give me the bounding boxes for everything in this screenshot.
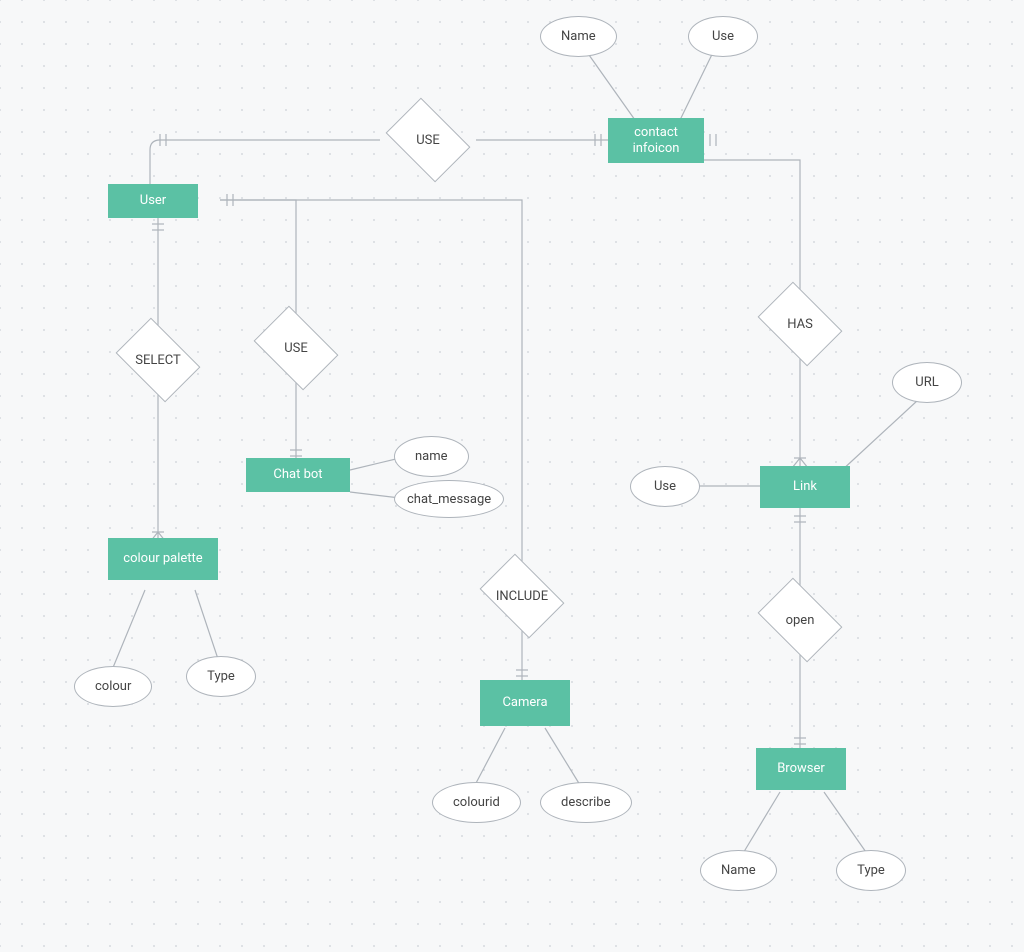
attr-type-browser[interactable]: Type (836, 850, 906, 891)
entity-user[interactable]: User (108, 184, 198, 218)
attr-name-browser[interactable]: Name (700, 850, 777, 891)
relationship-has-label: HAS (787, 317, 813, 332)
relationship-use-contact[interactable]: USE (380, 106, 476, 174)
attr-url[interactable]: URL (892, 362, 962, 403)
attr-describe[interactable]: describe (540, 782, 632, 823)
relationship-open[interactable]: open (752, 586, 848, 654)
entity-camera[interactable]: Camera (480, 680, 570, 726)
entity-colour-palette[interactable]: colour palette (108, 538, 218, 580)
entity-link[interactable]: Link (760, 466, 850, 508)
attr-name-browser-label: Name (721, 863, 756, 878)
relationship-use-chatbot[interactable]: USE (248, 314, 344, 382)
attr-describe-label: describe (561, 795, 611, 810)
attr-chat-message[interactable]: chat_message (394, 480, 504, 518)
attr-type-palette[interactable]: Type (186, 656, 256, 697)
attr-use-link[interactable]: Use (630, 466, 700, 507)
relationship-use-chatbot-label: USE (284, 341, 308, 356)
attr-name-chatbot-label: name (415, 449, 448, 464)
attr-name-contact-label: Name (561, 29, 596, 44)
attr-url-label: URL (915, 375, 938, 390)
attr-colour[interactable]: colour (74, 666, 152, 707)
entity-user-label: User (140, 193, 166, 209)
attr-use-contact-label: Use (712, 29, 734, 44)
relationship-select-label: SELECT (135, 353, 181, 368)
relationship-include[interactable]: INCLUDE (474, 562, 570, 630)
relationship-select[interactable]: SELECT (110, 326, 206, 394)
entity-chat-bot[interactable]: Chat bot (246, 458, 350, 492)
entity-browser[interactable]: Browser (756, 748, 846, 790)
attr-colourid[interactable]: colourid (432, 782, 521, 823)
entity-link-label: Link (793, 479, 817, 495)
relationship-use-contact-label: USE (416, 133, 440, 148)
entity-camera-label: Camera (502, 695, 547, 711)
attr-chat-message-label: chat_message (407, 492, 491, 507)
relationship-include-label: INCLUDE (496, 589, 548, 604)
attr-colour-label: colour (95, 679, 131, 694)
relationship-has[interactable]: HAS (752, 290, 848, 358)
attr-name-contact[interactable]: Name (540, 16, 617, 57)
attr-type-palette-label: Type (207, 669, 235, 684)
entity-colour-palette-label: colour palette (123, 551, 202, 567)
attr-colourid-label: colourid (453, 795, 500, 810)
entity-browser-label: Browser (777, 761, 825, 777)
attr-type-browser-label: Type (857, 863, 885, 878)
relationship-open-label: open (786, 613, 815, 628)
entity-contact-infoicon-label: contact infoicon (619, 125, 693, 156)
attr-name-chatbot[interactable]: name (394, 436, 469, 477)
attr-use-contact[interactable]: Use (688, 16, 758, 57)
entity-chat-bot-label: Chat bot (273, 467, 322, 483)
attr-use-link-label: Use (654, 479, 676, 494)
entity-contact-infoicon[interactable]: contact infoicon (608, 118, 704, 163)
